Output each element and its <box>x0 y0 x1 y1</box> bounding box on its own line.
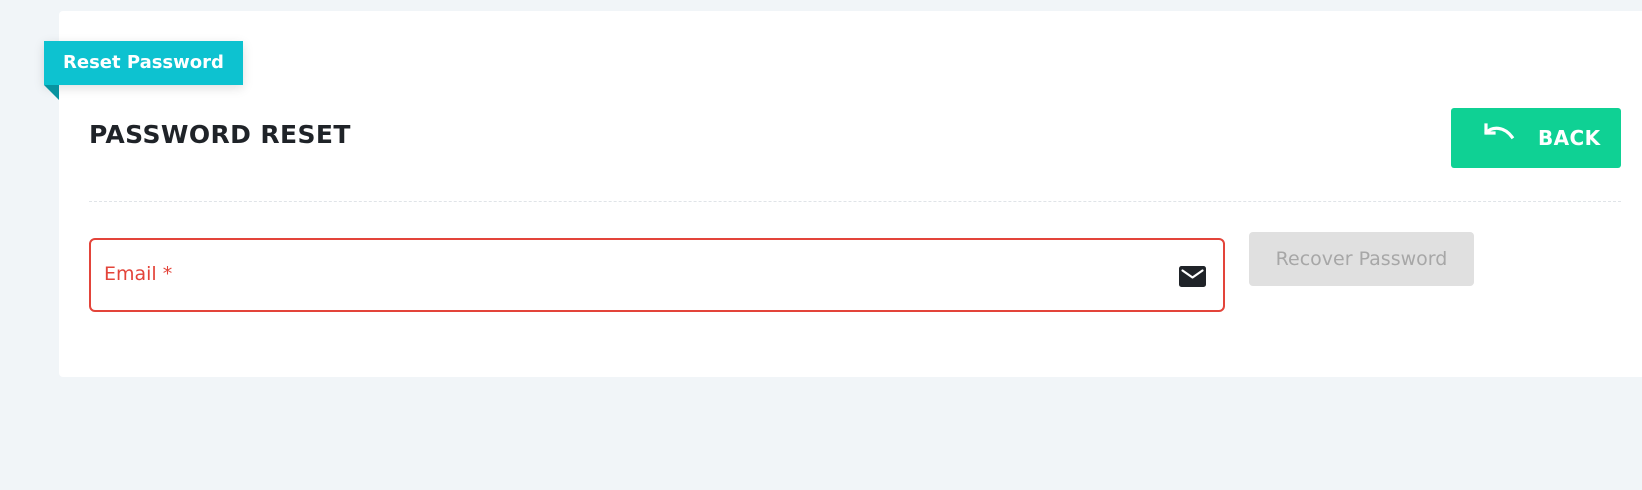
undo-arrow-icon <box>1484 123 1515 140</box>
back-button[interactable]: BACK <box>1451 108 1621 168</box>
page-title: PASSWORD RESET <box>89 120 351 149</box>
recover-password-button[interactable]: Recover Password <box>1249 232 1474 286</box>
email-field[interactable]: Email * <box>89 238 1225 312</box>
ribbon-fold <box>44 85 59 100</box>
ribbon-label: Reset Password <box>63 52 224 73</box>
envelope-icon <box>1179 266 1206 287</box>
reset-card <box>59 11 1642 377</box>
header-divider <box>89 201 1621 202</box>
reset-password-ribbon: Reset Password <box>44 41 243 85</box>
back-button-label: BACK <box>1538 126 1601 150</box>
email-input[interactable] <box>103 250 1157 302</box>
